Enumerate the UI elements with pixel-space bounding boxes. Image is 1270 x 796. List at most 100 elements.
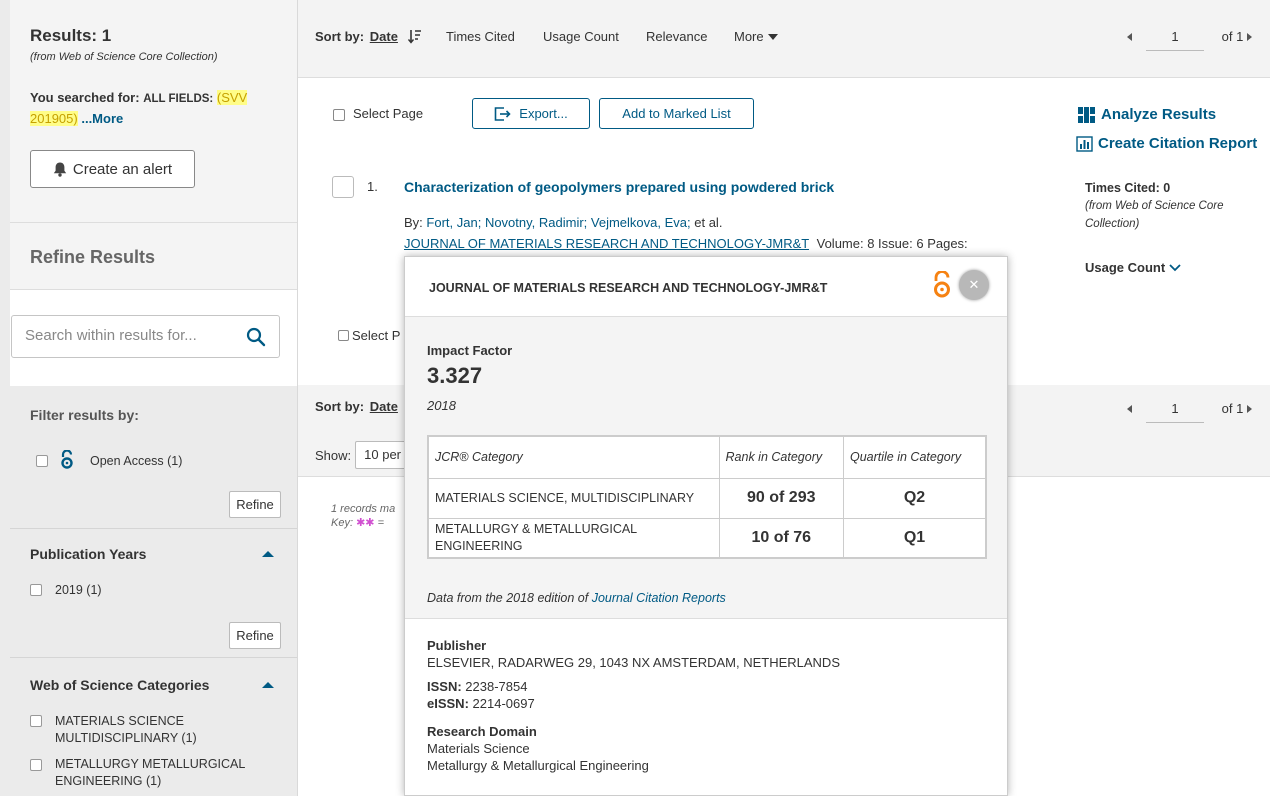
- impact-factor-label: Impact Factor: [427, 343, 513, 358]
- sort-date-bottom[interactable]: Date: [370, 399, 398, 414]
- usage-count-toggle[interactable]: Usage Count: [1085, 260, 1181, 275]
- sidebar-left-edge: [0, 0, 10, 796]
- chevron-down-icon: [1169, 263, 1181, 271]
- searched-prefix: You searched for:: [30, 90, 140, 105]
- pagination-bottom: 1 of 1: [1127, 401, 1253, 423]
- page-of-bottom: of 1: [1221, 401, 1244, 416]
- publisher-value: ELSEVIER, RADARWEG 29, 1043 NX AMSTERDAM…: [427, 655, 840, 670]
- sort-date[interactable]: Date: [370, 29, 398, 44]
- refine-button-years[interactable]: Refine: [229, 622, 281, 649]
- journal-info-popup: JOURNAL OF MATERIALS RESEARCH AND TECHNO…: [404, 256, 1008, 796]
- next-page-icon[interactable]: [1247, 33, 1253, 41]
- popup-header: JOURNAL OF MATERIALS RESEARCH AND TECHNO…: [405, 257, 1007, 317]
- sort-by-bottom: Sort by: Date: [315, 399, 398, 414]
- research-domain-1: Materials Science: [427, 741, 530, 756]
- record-checkbox[interactable]: [332, 176, 354, 198]
- year-2019-checkbox[interactable]: [30, 584, 42, 596]
- category-materials-label: MATERIALS SCIENCE MULTIDISCIPLINARY (1): [55, 713, 197, 747]
- sort-by-bottom-label: Sort by:: [315, 399, 365, 414]
- refine-button-open-access[interactable]: Refine: [229, 491, 281, 518]
- search-within-input[interactable]: [25, 327, 225, 344]
- record-authors: By: Fort, Jan; Novotny, Radimir; Vejmelk…: [404, 215, 722, 230]
- year-2019-label: 2019 (1): [55, 583, 102, 597]
- export-label: Export...: [519, 106, 568, 121]
- impact-factor-value: 3.327: [427, 363, 483, 388]
- select-page-checkbox[interactable]: [333, 109, 345, 121]
- searched-for: You searched for: ALL FIELDS: (SVV 20190…: [30, 88, 290, 129]
- volume-issue: Volume: 8 Issue: 6 Pages:: [816, 236, 968, 251]
- sort-more[interactable]: More: [734, 29, 778, 44]
- prev-page-icon[interactable]: [1127, 405, 1132, 413]
- divider: [10, 657, 297, 658]
- bell-icon: [53, 162, 67, 177]
- export-icon: [494, 106, 511, 121]
- issn-label: ISSN:: [427, 679, 462, 694]
- select-page-bottom[interactable]: Select P: [338, 328, 400, 343]
- row-category: MATERIALS SCIENCE, MULTIDISCIPLINARY: [427, 477, 720, 519]
- issn-value: 2238-7854: [465, 679, 528, 694]
- category-metallurgy-label: METALLURGY METALLURGICAL ENGINEERING (1): [55, 756, 245, 790]
- sort-times-cited[interactable]: Times Cited: [446, 29, 515, 44]
- sort-usage-count[interactable]: Usage Count: [543, 29, 619, 44]
- col-rank: Rank in Category: [718, 435, 844, 479]
- research-domain-label: Research Domain: [427, 724, 537, 739]
- journal-link[interactable]: JOURNAL OF MATERIALS RESEARCH AND TECHNO…: [404, 236, 809, 251]
- citation-report-label: Create Citation Report: [1098, 135, 1258, 152]
- jcr-link[interactable]: Journal Citation Reports: [592, 591, 726, 605]
- row-category: METALLURGY & METALLURGICAL ENGINEERING: [427, 517, 720, 559]
- more-link[interactable]: ...More: [81, 111, 123, 126]
- records-matched-text: 1 records ma: [331, 503, 396, 515]
- create-alert-label: Create an alert: [72, 160, 173, 178]
- analyze-results-link[interactable]: Analyze Results: [1078, 106, 1216, 123]
- by-label: By:: [404, 215, 423, 230]
- caret-down-icon: [767, 33, 778, 40]
- wos-categories-heading[interactable]: Web of Science Categories: [30, 677, 209, 693]
- publication-years-heading[interactable]: Publication Years: [30, 546, 146, 562]
- export-button[interactable]: Export...: [472, 98, 590, 129]
- eissn-label: eISSN:: [427, 696, 469, 711]
- category-materials-line1: MATERIALS SCIENCE: [55, 714, 184, 728]
- record-source: JOURNAL OF MATERIALS RESEARCH AND TECHNO…: [404, 236, 968, 251]
- usage-count-label: Usage Count: [1085, 260, 1166, 275]
- prev-page-icon[interactable]: [1127, 33, 1132, 41]
- caret-up-icon[interactable]: [262, 551, 274, 557]
- author-links[interactable]: Fort, Jan; Novotny, Radimir; Vejmelkova,…: [426, 215, 690, 230]
- open-access-checkbox[interactable]: [36, 455, 48, 467]
- caret-up-icon[interactable]: [262, 682, 274, 688]
- search-within-results[interactable]: [11, 315, 280, 358]
- table-row: METALLURGY & METALLURGICAL ENGINEERING 1…: [427, 517, 987, 559]
- select-page-bottom-label: Select P: [352, 328, 401, 343]
- show-label: Show:: [315, 447, 352, 463]
- times-cited-count: Times Cited: 0: [1085, 181, 1171, 195]
- record-title-link[interactable]: Characterization of geopolymers prepared…: [404, 179, 834, 195]
- jcr-category-table: JCR® Category Rank in Category Quartile …: [427, 435, 987, 559]
- impact-factor-section: Impact Factor 3.327 2018 JCR® Category R…: [405, 317, 1007, 619]
- results-source: (from Web of Science Core Collection): [30, 51, 218, 63]
- analyze-icon: [1078, 106, 1095, 123]
- row-rank: 10 of 76: [718, 517, 844, 559]
- create-alert-button[interactable]: Create an alert: [30, 150, 195, 188]
- results-count-title: Results: 1: [30, 26, 112, 45]
- sort-relevance[interactable]: Relevance: [646, 29, 707, 44]
- key-legend: Key: ✱✱ =: [331, 517, 384, 529]
- key-label: Key:: [331, 517, 354, 529]
- popup-journal-title: JOURNAL OF MATERIALS RESEARCH AND TECHNO…: [429, 281, 828, 295]
- category-metallurgy-checkbox[interactable]: [30, 759, 42, 771]
- page-input-bottom[interactable]: 1: [1146, 401, 1204, 423]
- sort-bar: Sort by: Date Times Cited Usage Count Re…: [298, 0, 1270, 78]
- select-page-label: Select Page: [353, 106, 424, 121]
- search-icon[interactable]: [246, 327, 266, 347]
- citation-report-icon: [1076, 135, 1093, 152]
- open-access-icon: [61, 450, 73, 469]
- create-citation-report-link[interactable]: Create Citation Report: [1076, 135, 1257, 152]
- close-icon[interactable]: ✕: [959, 270, 989, 300]
- add-to-marked-list-button[interactable]: Add to Marked List: [599, 98, 754, 129]
- next-page-icon[interactable]: [1247, 405, 1253, 413]
- data-source-note: Data from the 2018 edition of Journal Ci…: [427, 591, 726, 605]
- page-input[interactable]: 1: [1146, 29, 1204, 51]
- data-source-prefix: Data from the 2018 edition of: [427, 591, 589, 605]
- select-page-bottom-checkbox[interactable]: [338, 330, 349, 341]
- category-materials-checkbox[interactable]: [30, 715, 42, 727]
- category-metallurgy-line1: METALLURGY METALLURGICAL: [55, 757, 246, 771]
- sort-descending-icon[interactable]: [408, 29, 422, 44]
